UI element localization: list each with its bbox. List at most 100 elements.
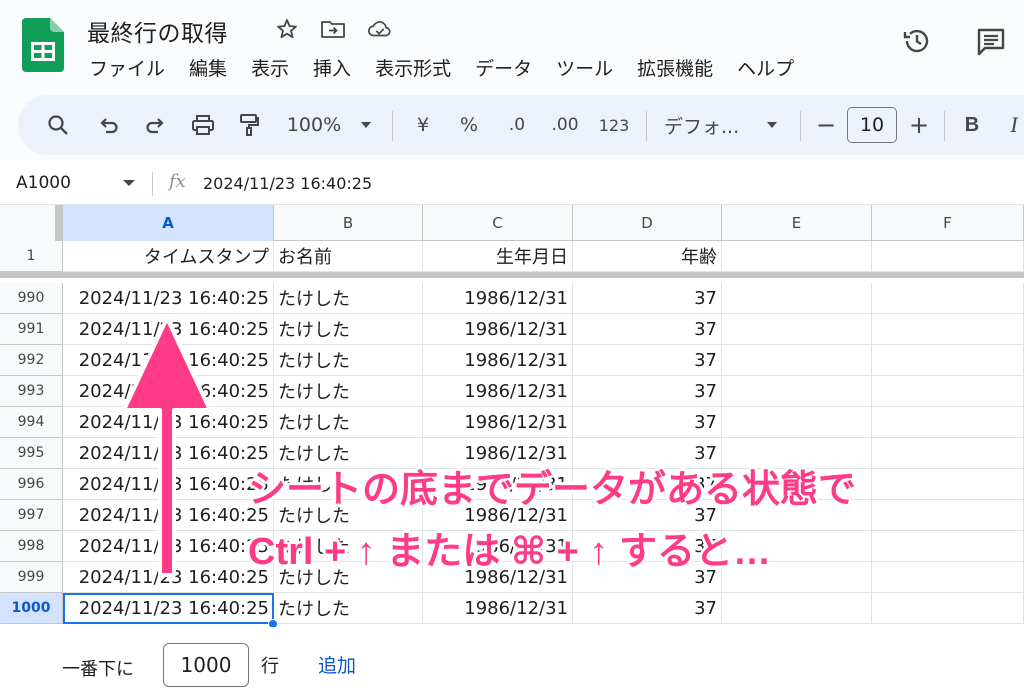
cell-b[interactable]: たけした [274,407,423,438]
row-header[interactable]: 993 [0,376,63,407]
cell-a[interactable]: 2024/11/23 16:40:25 [63,407,274,438]
menu-tools[interactable]: ツール [556,54,613,81]
decrease-font-size-button[interactable]: − [814,95,838,155]
cell-e[interactable] [722,314,872,345]
cell-b[interactable]: たけした [274,345,423,376]
cell-f[interactable] [872,283,1024,314]
font-chevron-down-icon[interactable] [762,95,782,155]
row-header[interactable]: 991 [0,314,63,345]
cell-d[interactable]: 37 [573,314,722,345]
paint-format-icon[interactable] [234,95,264,155]
sheets-logo-icon[interactable] [22,18,64,72]
freeze-handle[interactable] [55,205,62,241]
bold-button[interactable]: B [960,95,984,155]
row-header[interactable]: 1000 [0,593,63,624]
cell-c[interactable]: 1986/12/31 [423,345,573,376]
star-icon[interactable] [274,16,300,42]
cell-a[interactable]: 2024/11/23 16:40:25 [63,283,274,314]
cell-b[interactable]: たけした [274,376,423,407]
comments-icon[interactable] [972,22,1010,60]
cell-c[interactable]: 1986/12/31 [423,283,573,314]
cell-a[interactable]: 2024/11/23 16:40:25 [63,376,274,407]
increase-font-size-button[interactable]: + [907,95,931,155]
cell-e[interactable] [722,376,872,407]
row-header[interactable]: 996 [0,469,63,500]
cell-e[interactable] [722,345,872,376]
column-header-e[interactable]: E [722,205,872,241]
cell-d[interactable]: 年齢 [573,241,722,272]
cell-b[interactable]: たけした [274,314,423,345]
menu-edit[interactable]: 編集 [189,54,227,81]
row-header[interactable]: 992 [0,345,63,376]
cell-a[interactable]: 2024/11/23 16:40:25 [63,531,274,562]
cell-a[interactable]: 2024/11/23 16:40:25 [63,500,274,531]
menu-insert[interactable]: 挿入 [313,54,351,81]
menu-view[interactable]: 表示 [251,54,289,81]
column-header-a[interactable]: A [63,205,274,241]
cell-e[interactable] [722,407,872,438]
cell-b[interactable]: お名前 [274,241,423,272]
cell-f[interactable] [872,407,1024,438]
column-header-d[interactable]: D [573,205,722,241]
redo-icon[interactable] [140,95,170,155]
column-header-c[interactable]: C [423,205,573,241]
cell-f[interactable] [872,469,1024,500]
cell-f[interactable] [872,438,1024,469]
move-folder-icon[interactable] [320,16,346,42]
row-header[interactable]: 1 [0,241,63,272]
cell-c[interactable]: 1986/12/31 [423,593,573,624]
cell-f[interactable] [872,593,1024,624]
column-header-f[interactable]: F [872,205,1024,241]
document-title[interactable]: 最終行の取得 [87,14,228,48]
menu-help[interactable]: ヘルプ [737,54,794,81]
cell-d[interactable]: 37 [573,345,722,376]
cell-d[interactable]: 37 [573,376,722,407]
cell-d[interactable]: 37 [573,593,722,624]
cell-a[interactable]: 2024/11/23 16:40:25 [63,469,274,500]
row-header[interactable]: 999 [0,562,63,593]
cloud-status-icon[interactable] [367,16,393,42]
row-header[interactable]: 997 [0,500,63,531]
cell-f[interactable] [872,314,1024,345]
cell-a[interactable]: 2024/11/23 16:40:25 [63,562,274,593]
cell-c[interactable]: 1986/12/31 [423,314,573,345]
increase-decimal-button[interactable]: .00 [548,95,582,155]
cell-f[interactable] [872,531,1024,562]
select-all-corner[interactable] [0,205,63,241]
cell-f[interactable] [872,241,1024,272]
formula-input[interactable]: 2024/11/23 16:40:25 [203,174,372,193]
row-header[interactable]: 998 [0,531,63,562]
column-header-b[interactable]: B [274,205,423,241]
more-formats-button[interactable]: 123 [596,95,632,155]
cell-c[interactable]: 1986/12/31 [423,407,573,438]
undo-icon[interactable] [94,95,124,155]
cell-f[interactable] [872,376,1024,407]
name-box-chevron-down-icon[interactable] [120,174,138,192]
cell-f[interactable] [872,345,1024,376]
cell-a[interactable]: 2024/11/23 16:40:25 [63,593,274,624]
add-rows-count-input[interactable]: 1000 [163,643,249,687]
cell-d[interactable]: 37 [573,407,722,438]
menu-format[interactable]: 表示形式 [375,54,451,81]
add-rows-button[interactable]: 追加 [318,651,356,678]
font-select[interactable]: デフォ... [664,95,748,155]
print-icon[interactable] [188,95,218,155]
decrease-decimal-button[interactable]: .0 [502,95,532,155]
font-size-input[interactable]: 10 [847,107,897,143]
cell-c[interactable]: 生年月日 [423,241,573,272]
version-history-icon[interactable] [898,22,936,60]
name-box[interactable]: A1000 [16,173,71,193]
percent-format-button[interactable]: % [456,95,482,155]
search-menus-icon[interactable] [43,95,73,155]
freeze-divider[interactable] [0,272,1024,278]
cell-a[interactable]: 2024/11/23 16:40:25 [63,314,274,345]
zoom-select[interactable]: 100% [284,95,344,155]
cell-e[interactable] [722,241,872,272]
zoom-chevron-down-icon[interactable] [356,95,376,155]
cell-b[interactable]: たけした [274,593,423,624]
cell-f[interactable] [872,562,1024,593]
cell-f[interactable] [872,500,1024,531]
row-header[interactable]: 990 [0,283,63,314]
menu-file[interactable]: ファイル [89,54,165,81]
cell-a[interactable]: 2024/11/23 16:40:25 [63,345,274,376]
